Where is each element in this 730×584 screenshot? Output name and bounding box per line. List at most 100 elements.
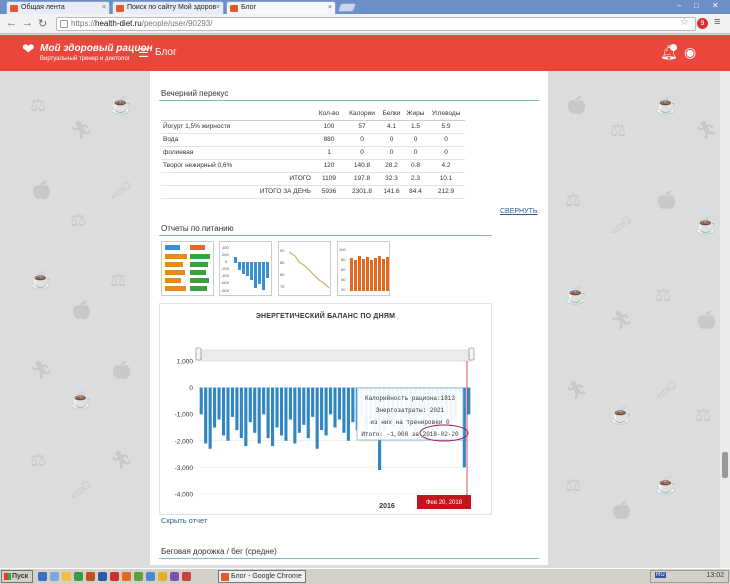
chart-bar[interactable] [333, 387, 337, 428]
chart-bar[interactable] [226, 387, 230, 441]
energy-balance-chart[interactable]: 1,000 0 -1,000 -2,000 -3,000 -4,000 2016 Фев … [159, 340, 492, 515]
chart-bar[interactable] [204, 387, 208, 444]
close-window-icon[interactable]: ✕ [712, 1, 719, 10]
report-thumb-balance[interactable]: 400 200 0 -200 -400 -600 -800 [219, 241, 272, 296]
tab-blog[interactable]: Блог × [226, 1, 336, 14]
rss-icon[interactable]: ◉ [684, 44, 696, 61]
chart-bar[interactable] [244, 387, 248, 447]
y-tick-label: 0 [189, 385, 193, 392]
chart-bar[interactable] [275, 387, 279, 428]
quicklaunch-icon[interactable] [50, 572, 59, 581]
quicklaunch-icon[interactable] [122, 572, 131, 581]
quicklaunch-icon[interactable] [170, 572, 179, 581]
chart-bar[interactable] [266, 387, 270, 439]
chart-bar[interactable] [239, 387, 243, 439]
scrollbar-thumb[interactable] [722, 452, 728, 478]
chart-bar[interactable] [311, 387, 315, 417]
chart-bar[interactable] [302, 387, 306, 425]
hide-report-link[interactable]: Скрыть отчет [161, 516, 207, 525]
quicklaunch-icon[interactable] [86, 572, 95, 581]
quicklaunch-icon[interactable] [98, 572, 107, 581]
collapse-link[interactable]: СВЕРНУТЬ [500, 208, 537, 215]
report-thumb-weight[interactable]: 90 85 80 75 [278, 241, 331, 296]
tab-general-feed[interactable]: Общая лента × [6, 1, 110, 14]
cell: 0 [379, 146, 404, 160]
chart-bar[interactable] [328, 387, 333, 415]
food-name[interactable]: Творог нежирный 0,6% [161, 159, 313, 173]
quicklaunch-icon[interactable] [146, 572, 155, 581]
chart-bar[interactable] [271, 387, 275, 447]
chart-bar[interactable] [208, 387, 212, 449]
quicklaunch-icon[interactable] [110, 572, 119, 581]
cell: 0 [404, 146, 427, 160]
logo-heart-icon[interactable]: ❤ [22, 42, 38, 58]
close-icon[interactable]: × [216, 2, 220, 14]
chart-bar[interactable] [253, 387, 257, 433]
close-icon[interactable]: × [102, 2, 106, 14]
chart-bar[interactable] [217, 387, 221, 420]
food-name[interactable]: Вода [161, 133, 313, 147]
chart-bar[interactable] [235, 387, 239, 431]
reload-icon[interactable]: ↻ [38, 17, 47, 30]
report-thumb-intake[interactable]: 100 80 60 40 20 [337, 241, 390, 296]
hamburger-menu-icon[interactable]: ☰ [138, 46, 149, 60]
page-info-icon[interactable] [60, 20, 68, 28]
logo-title[interactable]: Мой здоровый рацион [40, 43, 153, 54]
tray-clock[interactable]: 13:02 [706, 572, 724, 579]
chart-bar[interactable] [221, 387, 226, 436]
taskbar-chrome-window[interactable]: Блог - Google Chrome [218, 570, 306, 583]
chart-bar[interactable] [342, 387, 346, 433]
quicklaunch-icon[interactable] [182, 572, 191, 581]
zoom-range-bar[interactable] [198, 349, 472, 362]
chart-bar[interactable] [288, 387, 292, 420]
tab-site-search[interactable]: Поиск по сайту Мой здоров × [112, 1, 224, 14]
chart-bar[interactable] [337, 387, 342, 420]
chart-bar[interactable] [284, 387, 288, 441]
chart-bar[interactable] [257, 387, 261, 444]
language-indicator[interactable]: RU [655, 572, 666, 578]
day-total-row: ИТОГО ЗА ДЕНЬ 5936 2301.8 141.6 84.4 212… [161, 185, 465, 199]
chart-bar[interactable] [293, 387, 297, 444]
chart-bar[interactable] [297, 387, 301, 433]
browser-menu-icon[interactable]: ≡ [714, 16, 720, 28]
report-thumb-macros[interactable] [161, 241, 214, 296]
chart-bar[interactable] [306, 387, 310, 439]
chart-bar[interactable] [248, 387, 252, 423]
site-header: ❤ Мой здоровый рацион Виртуальный тренер… [0, 35, 730, 71]
chart-bar[interactable] [279, 387, 284, 436]
thumb-tick: 0 [225, 259, 228, 264]
food-name[interactable]: Йогурт 1,5% жирности [161, 120, 313, 134]
page-scrollbar[interactable] [720, 71, 730, 568]
quicklaunch-icon[interactable] [62, 572, 71, 581]
col-header-fat: Жиры [404, 107, 427, 121]
forward-arrow-icon[interactable]: → [22, 17, 33, 29]
maximize-icon[interactable]: □ [694, 1, 699, 10]
quicklaunch-icon[interactable] [134, 572, 143, 581]
new-tab-button[interactable] [337, 3, 357, 12]
chart-bar[interactable] [262, 387, 266, 415]
chart-bar[interactable] [213, 387, 217, 428]
close-icon[interactable]: × [328, 2, 332, 14]
chart-bar[interactable] [315, 387, 319, 449]
bookmark-star-icon[interactable]: ☆ [680, 17, 689, 28]
quicklaunch-icon[interactable] [74, 572, 83, 581]
quicklaunch-icon[interactable] [38, 572, 47, 581]
chart-bar[interactable] [230, 387, 234, 417]
quicklaunch-icon[interactable] [158, 572, 167, 581]
chart-bar[interactable] [467, 387, 471, 415]
range-handle-right[interactable] [468, 347, 475, 361]
thumb-tick: 200 [222, 252, 229, 257]
chart-bar[interactable] [324, 387, 328, 436]
start-button[interactable]: Пуск [1, 570, 33, 583]
url-input[interactable]: https://health-diet.ru/people/user/90293… [56, 17, 696, 31]
minimize-icon[interactable]: – [677, 1, 681, 10]
chart-bar[interactable] [346, 387, 350, 441]
thumb-tick: 85 [280, 260, 285, 265]
chart-bar[interactable] [199, 387, 203, 415]
extension-badge[interactable]: 9 [697, 18, 708, 29]
food-name[interactable]: фолиевая [161, 146, 313, 160]
chart-bar[interactable] [351, 387, 355, 423]
chart-bar[interactable] [320, 387, 324, 431]
range-handle-left[interactable] [195, 347, 202, 361]
back-arrow-icon[interactable]: ← [6, 17, 17, 29]
